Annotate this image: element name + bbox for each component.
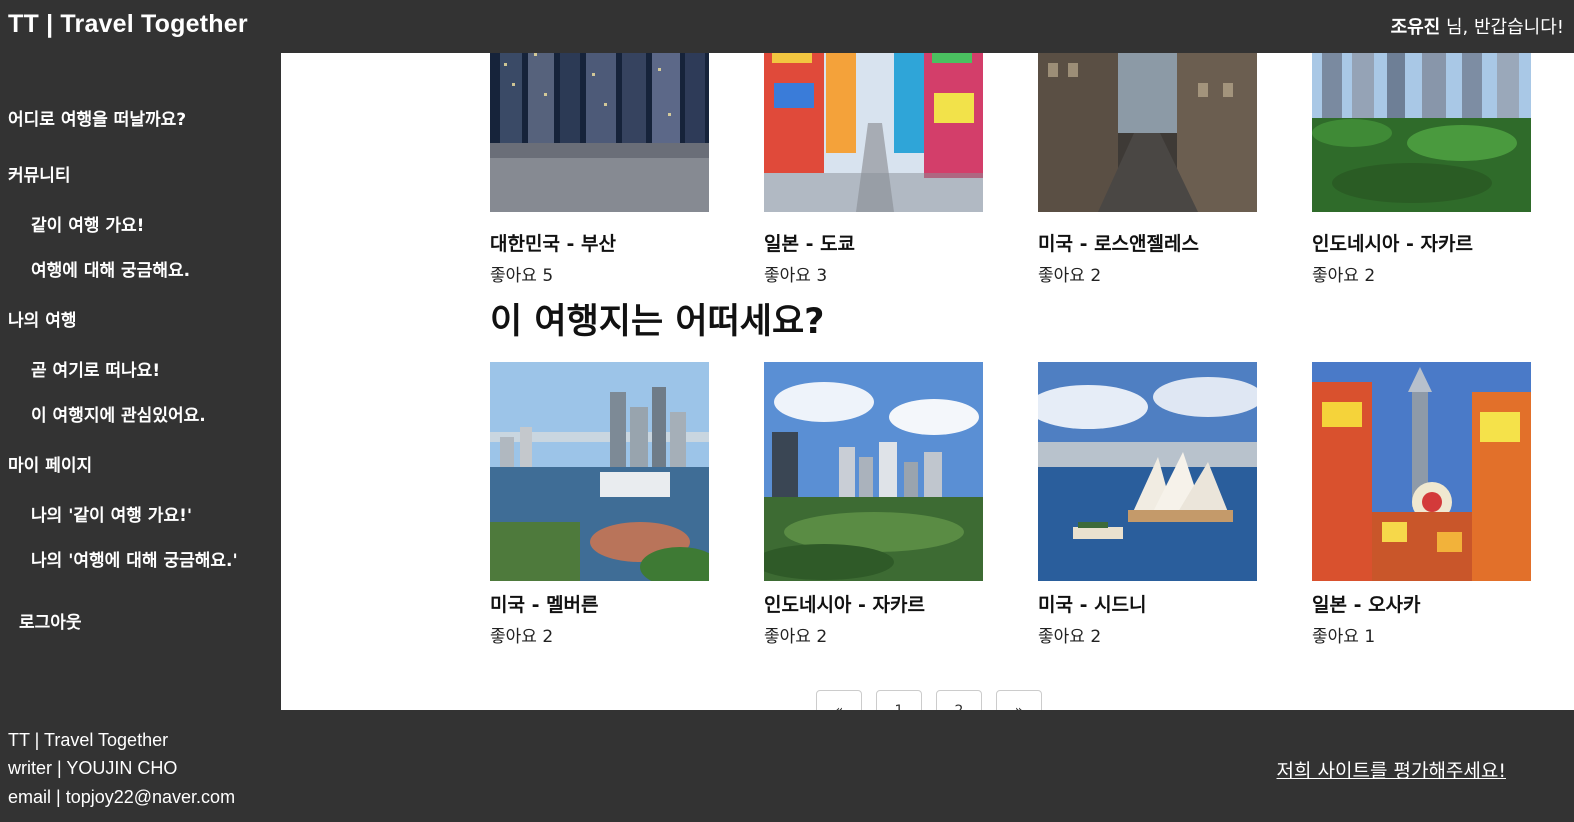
- like-count: 좋아요 2: [1038, 266, 1102, 286]
- destination-name[interactable]: 미국 - 시드니: [1038, 590, 1147, 617]
- top-navbar: TT | Travel Together 조유진 님, 반갑습니다!: [0, 0, 1574, 53]
- destination-card[interactable]: 미국 - 로스앤젤레스 좋아요 2: [1038, 53, 1257, 286]
- destination-card[interactable]: 인도네시아 - 자카르 좋아요 2: [764, 362, 983, 647]
- destination-name[interactable]: 인도네시아 - 자카르: [1312, 229, 1473, 256]
- destination-name[interactable]: 일본 - 오사카: [1312, 590, 1421, 617]
- destination-card[interactable]: 인도네시아 - 자카르 좋아요 2: [1312, 53, 1531, 286]
- destination-name[interactable]: 일본 - 도쿄: [764, 229, 855, 256]
- destination-photo[interactable]: [764, 53, 983, 212]
- main-content: 대한민국 - 부산 좋아요 5 일본 - 도쿄 좋아요 3 미국 - 로스앤젤레…: [281, 53, 1574, 710]
- sidebar-item-my-page[interactable]: 마이 페이지: [8, 451, 92, 476]
- destination-name[interactable]: 미국 - 로스앤젤레스: [1038, 229, 1199, 256]
- destination-name[interactable]: 미국 - 멜버른: [490, 590, 599, 617]
- user-name: 조유진: [1390, 17, 1441, 38]
- like-count: 좋아요 2: [490, 627, 554, 647]
- section-title: 이 여행지는 어떠세요?: [490, 302, 825, 342]
- logout-link[interactable]: 로그아웃: [19, 608, 82, 633]
- sidebar-item-leaving-soon[interactable]: 곧 여기로 떠나요!: [31, 356, 160, 381]
- page-button-1[interactable]: 1: [876, 690, 922, 710]
- destination-card[interactable]: 대한민국 - 부산 좋아요 5: [490, 53, 709, 286]
- like-count: 좋아요 1: [1312, 627, 1376, 647]
- destination-photo[interactable]: [490, 362, 709, 581]
- like-count: 좋아요 5: [490, 266, 554, 286]
- like-count: 좋아요 2: [764, 627, 828, 647]
- sidebar-item-travel-together[interactable]: 같이 여행 가요!: [31, 211, 144, 236]
- greeting-text: 님, 반갑습니다!: [1440, 17, 1564, 38]
- destination-name[interactable]: 인도네시아 - 자카르: [764, 590, 925, 617]
- pagination: « 1 2 »: [816, 690, 1042, 710]
- destination-card[interactable]: 일본 - 오사카 좋아요 1: [1312, 362, 1531, 647]
- destination-photo[interactable]: [764, 362, 983, 581]
- destination-name[interactable]: 대한민국 - 부산: [490, 229, 616, 256]
- page-prev-button[interactable]: «: [816, 690, 862, 710]
- footer-site-name: TT | Travel Together: [8, 730, 169, 750]
- user-greeting: 조유진 님, 반갑습니다!: [1391, 13, 1564, 39]
- destination-card[interactable]: 미국 - 멜버른 좋아요 2: [490, 362, 709, 647]
- page-button-2[interactable]: 2: [936, 690, 982, 710]
- sidebar-item-interested[interactable]: 이 여행지에 관심있어요.: [31, 401, 206, 426]
- destination-photo[interactable]: [490, 53, 709, 212]
- sidebar-item-travel-questions[interactable]: 여행에 대해 궁금해요.: [31, 256, 190, 281]
- destination-photo[interactable]: [1312, 362, 1531, 581]
- footer: TT | Travel Together writer | YOUJIN CHO…: [0, 710, 1574, 822]
- sidebar-item-destinations[interactable]: 어디로 여행을 떠날까요?: [8, 105, 186, 130]
- page-next-button[interactable]: »: [996, 690, 1042, 710]
- destination-photo[interactable]: [1038, 53, 1257, 212]
- sidebar: 어디로 여행을 떠날까요? 커뮤니티 같이 여행 가요! 여행에 대해 궁금해요…: [0, 53, 281, 710]
- sidebar-item-my-travel-together[interactable]: 나의 '같이 여행 가요!': [31, 501, 192, 526]
- footer-writer: writer | YOUJIN CHO: [8, 758, 178, 778]
- brand-logo[interactable]: TT | Travel Together: [8, 10, 248, 39]
- like-count: 좋아요 2: [1312, 266, 1376, 286]
- sidebar-item-my-travel-questions[interactable]: 나의 '여행에 대해 궁금해요.': [31, 546, 238, 571]
- destination-card[interactable]: 미국 - 시드니 좋아요 2: [1038, 362, 1257, 647]
- destination-photo[interactable]: [1312, 53, 1531, 212]
- rate-site-link[interactable]: 저희 사이트를 평가해주세요!: [1277, 756, 1506, 783]
- like-count: 좋아요 3: [764, 266, 828, 286]
- like-count: 좋아요 2: [1038, 627, 1102, 647]
- sidebar-item-my-trip[interactable]: 나의 여행: [8, 306, 76, 331]
- sidebar-item-community[interactable]: 커뮤니티: [8, 161, 71, 186]
- destination-photo[interactable]: [1038, 362, 1257, 581]
- destination-card[interactable]: 일본 - 도쿄 좋아요 3: [764, 53, 983, 286]
- footer-email: email | topjoy22@naver.com: [8, 787, 236, 807]
